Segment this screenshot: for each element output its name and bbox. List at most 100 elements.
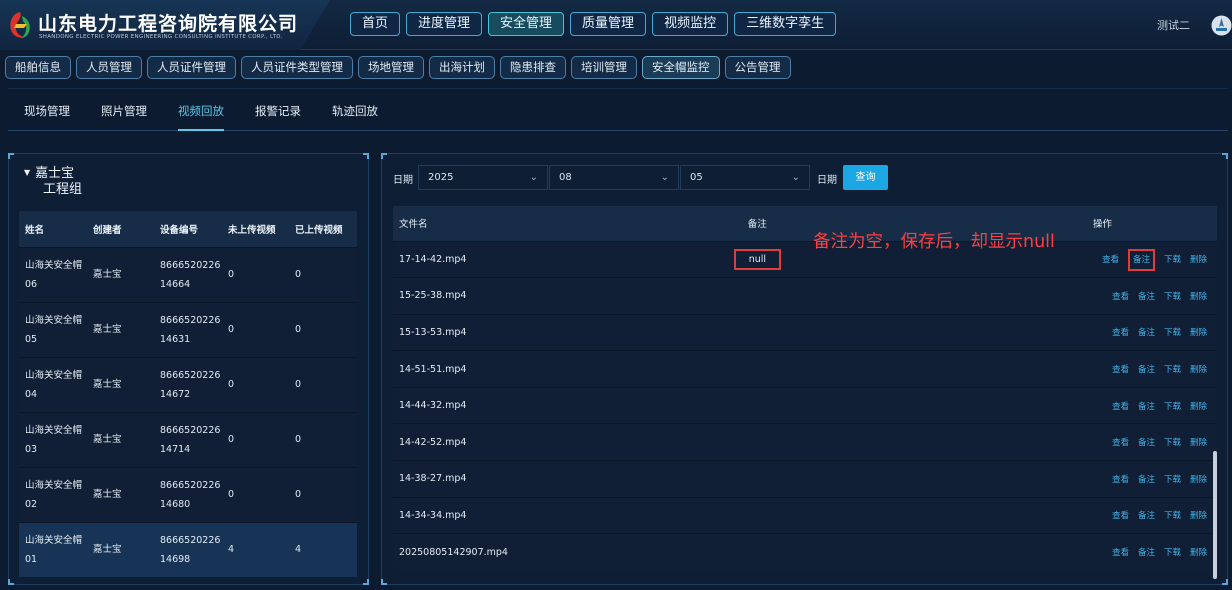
subnav-certificate-types[interactable]: 人员证件类型管理 — [241, 56, 353, 79]
delete-link[interactable]: 删除 — [1190, 292, 1207, 302]
tab-video-playback[interactable]: 视频回放 — [178, 103, 224, 131]
device-table: 姓名 创建者 设备编号 未上传视频 已上传视频 山海关安全帽 06 嘉士宝 866… — [19, 211, 357, 577]
view-link[interactable]: 查看 — [1112, 511, 1129, 521]
subnav-training[interactable]: 培训管理 — [571, 56, 637, 79]
cell-name: 山海关安全帽 04 — [19, 356, 87, 412]
subnav-helmet-monitor[interactable]: 安全帽监控 — [642, 56, 720, 79]
note-link[interactable]: 备注 — [1138, 328, 1155, 338]
note-link[interactable]: 备注 — [1138, 292, 1155, 302]
panel-corner — [1222, 153, 1228, 159]
tab-alarms[interactable]: 报警记录 — [255, 103, 301, 131]
cell-uploaded: 0 — [289, 466, 357, 522]
table-row[interactable]: 山海关安全帽 02 嘉士宝 8666520226 14680 0 0 — [19, 466, 357, 522]
device-panel: ▼ 嘉士宝 工程组 姓名 创建者 设备编号 未上传视频 已上传视频 山海关安全帽 0… — [8, 153, 369, 585]
nav-safety[interactable]: 安全管理 — [488, 12, 565, 36]
table-row[interactable]: 山海关安全帽 05 嘉士宝 8666520226 14631 0 0 — [19, 301, 357, 357]
cell-pending: 0 — [222, 411, 289, 467]
cell-name: 山海关安全帽 03 — [19, 411, 87, 467]
tab-track[interactable]: 轨迹回放 — [332, 103, 378, 131]
nav-home[interactable]: 首页 — [350, 12, 401, 36]
table-row-selected[interactable]: 山海关安全帽 01 嘉士宝 8666520226 14698 4 4 — [19, 521, 357, 577]
download-link[interactable]: 下载 — [1164, 511, 1181, 521]
year-select[interactable]: 2025 ⌄ — [418, 165, 548, 190]
download-link[interactable]: 下载 — [1164, 438, 1181, 448]
subnav-announcements[interactable]: 公告管理 — [724, 56, 791, 79]
panel-corner — [363, 579, 369, 585]
cell-filename: 14-34-34.mp4 — [393, 496, 742, 534]
table-row[interactable]: 山海关安全帽 06 嘉士宝 8666520226 14664 0 0 — [19, 246, 357, 302]
table-row: 15-13-53.mp4 查看 备注 下载 删除 — [393, 313, 1217, 351]
note-link[interactable]: 备注 — [1138, 402, 1155, 412]
download-link[interactable]: 下载 — [1164, 402, 1181, 412]
download-link[interactable]: 下载 — [1164, 475, 1181, 485]
view-link[interactable]: 查看 — [1102, 255, 1119, 265]
delete-link[interactable]: 删除 — [1190, 475, 1207, 485]
tree-node-label-2: 工程组 — [43, 182, 83, 197]
download-link[interactable]: 下载 — [1164, 255, 1181, 265]
cell-uploaded: 0 — [289, 356, 357, 412]
delete-link[interactable]: 删除 — [1190, 328, 1207, 338]
delete-link[interactable]: 删除 — [1190, 548, 1207, 558]
col-device-id: 设备编号 — [154, 211, 222, 247]
delete-link[interactable]: 删除 — [1190, 438, 1207, 448]
cell-uploaded: 4 — [289, 521, 357, 577]
download-link[interactable]: 下载 — [1164, 328, 1181, 338]
cell-device-id: 8666520226 14631 — [154, 301, 222, 357]
subnav-ship-info[interactable]: 船舶信息 — [5, 56, 71, 79]
note-link[interactable]: 备注 — [1138, 475, 1155, 485]
subnav-hazards[interactable]: 隐患排查 — [500, 56, 566, 79]
download-link[interactable]: 下载 — [1164, 548, 1181, 558]
chevron-down-icon: ⌄ — [660, 172, 669, 183]
tab-site[interactable]: 现场管理 — [24, 103, 70, 131]
subnav-sea-plan[interactable]: 出海计划 — [429, 56, 495, 79]
table-row[interactable]: 山海关安全帽 04 嘉士宝 8666520226 14672 0 0 — [19, 356, 357, 412]
user-name[interactable]: 测试二 — [1157, 17, 1190, 33]
view-link[interactable]: 查看 — [1112, 328, 1129, 338]
view-link[interactable]: 查看 — [1112, 402, 1129, 412]
scrollbar-thumb[interactable] — [1213, 451, 1217, 579]
nav-progress[interactable]: 进度管理 — [406, 12, 483, 36]
cell-device-id: 8666520226 14680 — [154, 466, 222, 522]
view-link[interactable]: 查看 — [1112, 292, 1129, 302]
note-link-highlighted[interactable]: 备注 — [1127, 249, 1155, 272]
note-link[interactable]: 备注 — [1138, 438, 1155, 448]
month-select[interactable]: 08 ⌄ — [549, 165, 679, 190]
subnav-sites[interactable]: 场地管理 — [358, 56, 424, 79]
delete-link[interactable]: 删除 — [1190, 402, 1207, 412]
tab-photos[interactable]: 照片管理 — [101, 103, 147, 131]
delete-link[interactable]: 删除 — [1190, 255, 1207, 265]
user-avatar-icon[interactable] — [1211, 15, 1232, 36]
cell-creator: 嘉士宝 — [87, 521, 154, 577]
nav-digital-twin[interactable]: 三维数字孪生 — [734, 12, 837, 36]
cell-filename: 17-14-42.mp4 — [393, 240, 742, 278]
delete-link[interactable]: 删除 — [1190, 511, 1207, 521]
col-name: 姓名 — [19, 211, 87, 247]
note-link[interactable]: 备注 — [1138, 365, 1155, 375]
tree-node-group[interactable]: ▼ 嘉士宝 工程组 — [24, 165, 82, 198]
day-select[interactable]: 05 ⌄ — [680, 165, 810, 190]
cell-device-id: 8666520226 14672 — [154, 356, 222, 412]
subnav-certificates[interactable]: 人员证件管理 — [147, 56, 236, 79]
col-uploaded: 已上传视频 — [289, 211, 357, 247]
cell-actions: 查看 备注 下载 删除 — [1086, 240, 1217, 278]
header: 山东电力工程咨询院有限公司 SHANDONG ELECTRIC POWER EN… — [0, 0, 1232, 50]
note-link[interactable]: 备注 — [1138, 548, 1155, 558]
note-link[interactable]: 备注 — [1138, 511, 1155, 521]
view-link[interactable]: 查看 — [1112, 548, 1129, 558]
nav-quality[interactable]: 质量管理 — [570, 12, 647, 36]
top-nav: 首页 进度管理 安全管理 质量管理 视频监控 三维数字孪生 — [350, 12, 837, 36]
cell-pending: 0 — [222, 246, 289, 302]
subnav-personnel[interactable]: 人员管理 — [76, 56, 142, 79]
cell-actions: 查看 备注 下载 删除 — [1086, 496, 1217, 534]
view-link[interactable]: 查看 — [1112, 438, 1129, 448]
delete-link[interactable]: 删除 — [1190, 365, 1207, 375]
table-row[interactable]: 山海关安全帽 03 嘉士宝 8666520226 14714 0 0 — [19, 411, 357, 467]
caret-down-icon[interactable]: ▼ — [24, 168, 30, 177]
download-link[interactable]: 下载 — [1164, 292, 1181, 302]
download-link[interactable]: 下载 — [1164, 365, 1181, 375]
nav-video[interactable]: 视频监控 — [652, 12, 729, 36]
query-button[interactable]: 查询 — [843, 165, 888, 190]
cell-creator: 嘉士宝 — [87, 411, 154, 467]
view-link[interactable]: 查看 — [1112, 475, 1129, 485]
view-link[interactable]: 查看 — [1112, 365, 1129, 375]
